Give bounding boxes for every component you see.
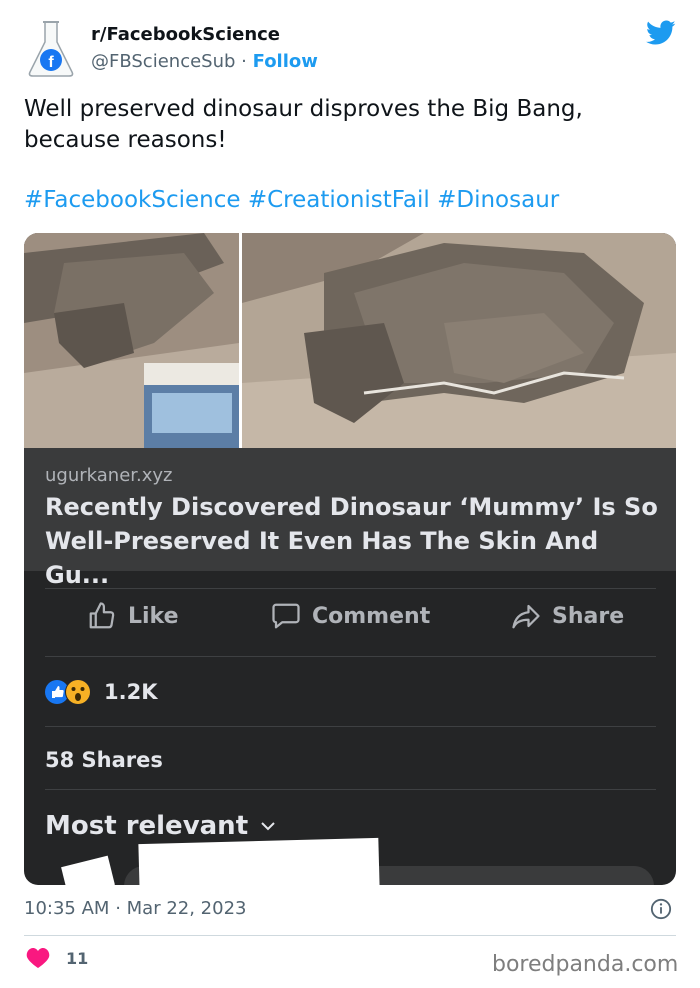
divider (45, 789, 656, 790)
hashtags: #FacebookScience #CreationistFail #Dinos… (24, 185, 559, 216)
link-title: Recently Discovered Dinosaur ‘Mummy’ Is … (45, 493, 658, 589)
divider (45, 656, 656, 657)
separator: · (241, 51, 247, 72)
comment-label: Comment (312, 603, 431, 629)
comment-icon (272, 603, 300, 629)
link-domain: ugurkaner.xyz (45, 465, 173, 486)
thumbs-up-icon (89, 602, 115, 629)
shares-count[interactable]: 58 Shares (45, 748, 163, 772)
account-handle[interactable]: @FBScienceSub (91, 51, 235, 72)
hashtag-link[interactable]: #FacebookScience (24, 187, 241, 213)
divider (24, 935, 676, 936)
media-image[interactable]: ugurkaner.xyz Recently Discovered Dinosa… (24, 233, 676, 885)
avatar[interactable]: f (26, 20, 76, 78)
divider (45, 726, 656, 727)
likes: 11 (26, 947, 88, 969)
comment-action-button[interactable]: Comment (270, 598, 430, 634)
like-action-button[interactable]: Like (86, 598, 179, 634)
svg-text:f: f (48, 54, 54, 71)
tweet-time: 10:35 AM (24, 898, 110, 919)
sort-label: Most relevant (45, 811, 249, 841)
like-count[interactable]: 11 (66, 949, 88, 968)
follow-button[interactable]: Follow (253, 51, 318, 72)
share-action-button[interactable]: Share (510, 598, 624, 634)
reactions-summary[interactable]: 1.2K (44, 678, 157, 706)
comment-sort-dropdown[interactable]: Most relevant (45, 811, 276, 841)
link-preview[interactable]: ugurkaner.xyz Recently Discovered Dinosa… (24, 448, 676, 589)
redaction-patch (61, 855, 115, 885)
dinosaur-fossil-photo (24, 233, 676, 448)
info-icon[interactable] (650, 898, 672, 920)
share-arrow-icon (512, 604, 540, 629)
reaction-count: 1.2K (104, 680, 158, 704)
account-name[interactable]: r/FacebookScience (91, 24, 280, 45)
hashtag-link[interactable]: #Dinosaur (437, 187, 559, 213)
redaction-patch (138, 837, 380, 885)
heart-icon[interactable] (26, 947, 50, 969)
reaction-icons (45, 679, 91, 705)
twitter-bird-icon[interactable] (646, 20, 676, 46)
watermark: boredpanda.com (492, 952, 679, 977)
tweet-date: Mar 22, 2023 (126, 898, 247, 919)
account-handle-line: @FBScienceSub · Follow (91, 51, 318, 72)
like-label: Like (128, 603, 179, 629)
flask-avatar-icon: f (28, 21, 74, 77)
tweet-text: Well preserved dinosaur disproves the Bi… (24, 96, 583, 153)
share-label: Share (552, 603, 625, 629)
tweet-timestamp[interactable]: 10:35 AM · Mar 22, 2023 (24, 898, 247, 919)
hashtag-link[interactable]: #CreationistFail (248, 187, 430, 213)
separator: · (115, 898, 121, 919)
divider (45, 588, 656, 589)
chevron-down-icon (261, 822, 275, 831)
